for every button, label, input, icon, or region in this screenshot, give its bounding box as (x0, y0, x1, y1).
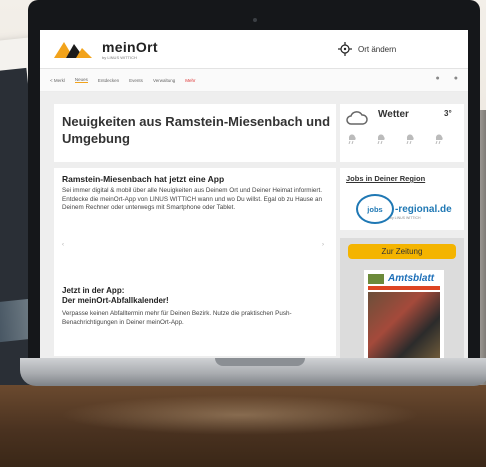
change-location-button[interactable]: Ort ändern (338, 42, 396, 56)
weather-forecast (346, 132, 445, 152)
newspaper-widget: Zur Zeitung Amtsblatt (340, 238, 464, 360)
amtsblatt-cover[interactable]: Amtsblatt (364, 270, 444, 360)
brand-name[interactable]: meinOrt (102, 39, 158, 55)
to-newspaper-button[interactable]: Zur Zeitung (348, 244, 456, 259)
jobs-logo-circle: jobs (356, 194, 394, 224)
menu-icon[interactable]: ● (454, 75, 458, 82)
nav-item-back[interactable]: < Merkl (50, 78, 65, 83)
webcam (253, 18, 257, 22)
page-title: Neuigkeiten aus Ramstein-Miesenbach und … (62, 114, 331, 146)
jobs-widget[interactable]: Jobs in Deiner Region jobs -regional.de … (340, 168, 464, 230)
amtsblatt-bar (368, 286, 440, 290)
carousel-next-icon[interactable]: › (322, 242, 324, 248)
weather-title: Wetter (378, 109, 409, 120)
laptop-notch (215, 358, 305, 366)
nav-item-more[interactable]: Mehr (185, 78, 195, 83)
jobs-logo-word: -regional.de (395, 203, 452, 215)
jobs-logo-subtitle: by LINUS WITTICH (390, 216, 421, 220)
amtsblatt-title: Amtsblatt (388, 273, 435, 284)
headline-card: Neuigkeiten aus Ramstein-Miesenbach und … (54, 104, 336, 162)
rain-icon (433, 132, 445, 152)
carousel-prev-icon[interactable]: ‹ (62, 242, 64, 248)
laptop-screen: meinOrt by LINUS WITTICH Ort ändern < Me… (40, 30, 468, 360)
nav-item-news[interactable]: Neues (74, 77, 88, 83)
weather-widget[interactable]: Wetter 3° (340, 104, 464, 162)
rain-icon (375, 132, 387, 152)
brand-subtitle: by LINUS WITTICH (102, 55, 137, 60)
app-promo-text: Sei immer digital & mobil über alle Neui… (62, 187, 323, 212)
abfallkalender-title[interactable]: Jetzt in der App: Der meinOrt-Abfallkale… (62, 286, 169, 306)
site-header: meinOrt by LINUS WITTICH Ort ändern (40, 30, 468, 69)
change-location-label: Ort ändern (358, 44, 397, 54)
weather-temperature: 3° (444, 109, 452, 118)
crosshair-icon (338, 42, 352, 56)
rain-icon (404, 132, 416, 152)
amtsblatt-crest (368, 274, 384, 284)
amtsblatt-photo (368, 292, 440, 358)
laptop-base (20, 358, 486, 386)
rain-icon (346, 132, 358, 152)
cloud-icon (346, 111, 368, 125)
abfallkalender-text: Verpasse keinen Abfalltermin mehr für De… (62, 310, 292, 326)
desk-reflection (60, 395, 420, 435)
meinort-logo-icon[interactable] (52, 38, 94, 60)
nav-item-administration[interactable]: Verwaltung (153, 78, 175, 83)
app-promo-title[interactable]: Ramstein-Miesenbach hat jetzt eine App (62, 174, 224, 184)
nav-item-events[interactable]: Events (129, 78, 143, 83)
nav-item-discover[interactable]: Entdecken (98, 78, 119, 83)
app-promo-card: Ramstein-Miesenbach hat jetzt eine App S… (54, 168, 336, 356)
main-navigation: < Merkl Neues Entdecken Events Verwaltun… (40, 69, 468, 92)
page-content: Neuigkeiten aus Ramstein-Miesenbach und … (40, 92, 468, 360)
search-icon[interactable]: ● (436, 75, 440, 82)
jobs-title[interactable]: Jobs in Deiner Region (346, 174, 425, 183)
